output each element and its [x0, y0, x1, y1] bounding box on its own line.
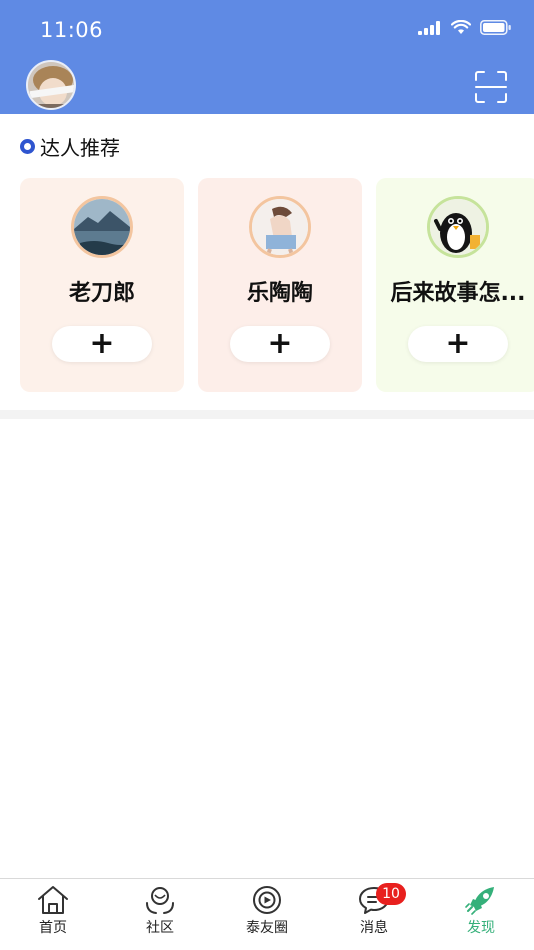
recommend-card[interactable]: 老刀郎 + — [20, 178, 184, 392]
tab-community[interactable]: 社区 — [120, 885, 200, 937]
recommend-card[interactable]: 后来故事怎... + — [376, 178, 534, 392]
section-title-text: 达人推荐 — [40, 136, 120, 160]
card-name: 后来故事怎... — [390, 281, 526, 306]
tab-label: 社区 — [146, 920, 174, 936]
user-avatar[interactable] — [26, 60, 76, 110]
follow-button[interactable]: + — [52, 326, 152, 362]
tab-label: 泰友圈 — [246, 920, 288, 936]
signal-icon — [418, 20, 440, 35]
card-name: 老刀郎 — [68, 281, 135, 306]
card-avatar[interactable] — [71, 196, 133, 258]
wifi-icon — [451, 20, 471, 34]
tab-messages[interactable]: 10 消息 — [334, 883, 414, 937]
tab-moments[interactable]: 泰友圈 — [227, 885, 307, 937]
tab-label: 消息 — [360, 920, 388, 936]
recommend-card[interactable]: 乐陶陶 + — [198, 178, 362, 392]
home-icon — [38, 886, 68, 914]
section-divider — [0, 410, 534, 419]
moments-icon — [253, 886, 281, 914]
card-avatar[interactable] — [249, 196, 311, 258]
follow-button[interactable]: + — [230, 326, 330, 362]
tab-label: 首页 — [39, 920, 67, 936]
title-dot-icon — [20, 139, 35, 154]
bottom-tab-bar: 首页 社区 泰友圈 10 消息 发现 — [0, 878, 534, 950]
rocket-icon — [465, 887, 494, 915]
recommend-carousel[interactable]: 老刀郎 + 乐陶陶 + 后来故事怎... + — [20, 178, 534, 392]
battery-icon — [480, 20, 511, 35]
status-time: 11:06 — [40, 18, 104, 42]
tab-home[interactable]: 首页 — [13, 885, 93, 937]
tab-discover[interactable]: 发现 — [441, 885, 521, 937]
section-title: 达人推荐 — [20, 132, 120, 161]
unread-badge: 10 — [376, 883, 406, 905]
top-header: 11:06 — [0, 0, 534, 114]
community-icon — [146, 887, 174, 914]
scan-icon[interactable] — [474, 70, 508, 104]
card-avatar[interactable] — [427, 196, 489, 258]
status-icons — [418, 20, 512, 35]
tab-label: 发现 — [467, 920, 495, 936]
follow-button[interactable]: + — [408, 326, 508, 362]
card-name: 乐陶陶 — [246, 281, 313, 306]
